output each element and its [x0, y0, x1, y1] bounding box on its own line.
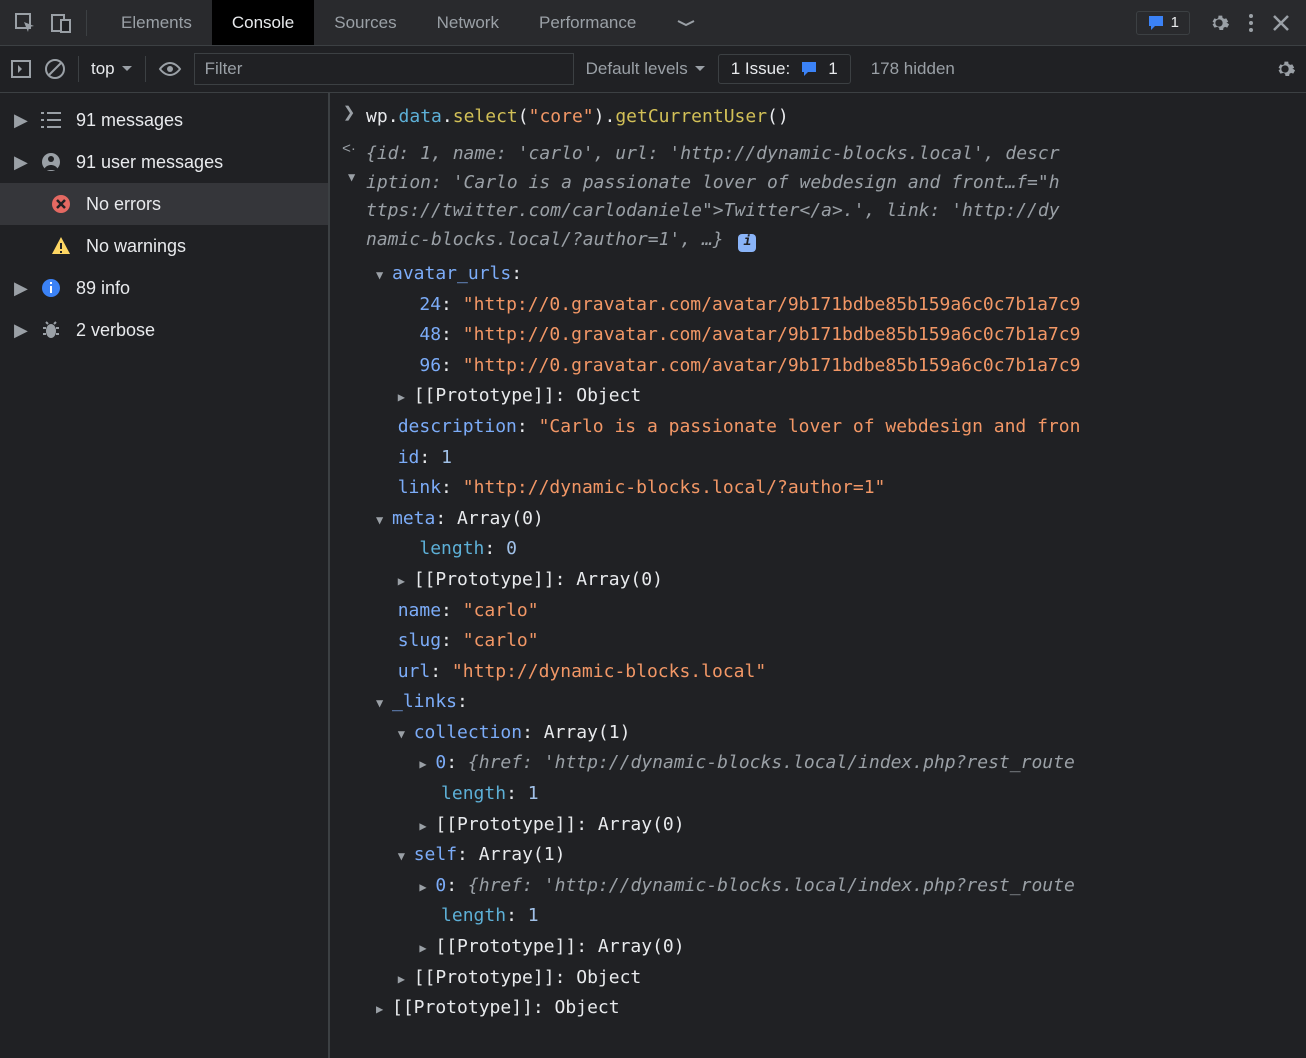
sidebar-item-user-messages[interactable]: ▶ 91 user messages	[0, 141, 328, 183]
settings-icon[interactable]	[1208, 12, 1230, 34]
message-icon	[800, 60, 818, 78]
issues-summary[interactable]: 1 Issue: 1	[718, 54, 851, 84]
warning-icon	[50, 235, 72, 257]
tab-network[interactable]: Network	[417, 0, 519, 45]
sidebar-item-errors[interactable]: No errors	[0, 183, 328, 225]
live-expression-icon[interactable]	[158, 61, 182, 77]
inspect-element-icon[interactable]	[14, 12, 36, 34]
console-output: ❯ wp.data.select("core").getCurrentUser(…	[330, 93, 1306, 1058]
more-icon[interactable]	[1248, 13, 1254, 33]
tab-console[interactable]: Console	[212, 0, 314, 45]
issues-badge[interactable]: 1	[1136, 11, 1190, 35]
output-chevron-icon: <·	[340, 140, 358, 157]
clear-console-icon[interactable]	[44, 58, 66, 80]
devtools-topbar: Elements Console Sources Network Perform…	[0, 0, 1306, 46]
sidebar-item-info[interactable]: ▶ 89 info	[0, 267, 328, 309]
error-icon	[50, 193, 72, 215]
console-toolbar: top Default levels 1 Issue: 1 178 hidden	[0, 46, 1306, 93]
sidebar-toggle-icon[interactable]	[10, 58, 32, 80]
list-icon	[40, 109, 62, 131]
input-chevron-icon: ❯	[340, 103, 358, 121]
bug-icon	[40, 319, 62, 341]
hidden-messages-label[interactable]: 178 hidden	[871, 59, 955, 79]
console-input-code: wp.data.select("core").getCurrentUser()	[366, 103, 789, 132]
sidebar-item-warnings[interactable]: No warnings	[0, 225, 328, 267]
info-icon	[40, 277, 62, 299]
tab-elements[interactable]: Elements	[101, 0, 212, 45]
execution-context-selector[interactable]: top	[91, 59, 133, 79]
message-icon	[1147, 14, 1165, 32]
console-input-echo[interactable]: ❯ wp.data.select("core").getCurrentUser(…	[330, 99, 1306, 136]
console-result-summary[interactable]: <· ▼ {id: 1, name: 'carlo', url: 'http:/…	[330, 136, 1306, 259]
device-toolbar-icon[interactable]	[50, 12, 72, 34]
sidebar-item-verbose[interactable]: ▶ 2 verbose	[0, 309, 328, 351]
close-icon[interactable]	[1272, 14, 1290, 32]
info-pill-icon[interactable]: i	[738, 234, 756, 252]
panel-tabs: Elements Console Sources Network Perform…	[101, 0, 716, 45]
chevron-down-icon	[694, 65, 706, 73]
chevron-down-icon	[121, 65, 133, 73]
sidebar-item-messages[interactable]: ▶ 91 messages	[0, 99, 328, 141]
tab-overflow[interactable]	[656, 0, 716, 45]
tab-sources[interactable]: Sources	[314, 0, 416, 45]
console-settings-icon[interactable]	[1274, 58, 1296, 80]
tab-performance[interactable]: Performance	[519, 0, 656, 45]
object-tree[interactable]: ▼avatar_urls: 24: "http://0.gravatar.com…	[330, 259, 1306, 1024]
log-levels-selector[interactable]: Default levels	[586, 59, 706, 79]
user-icon	[40, 151, 62, 173]
console-sidebar: ▶ 91 messages ▶ 91 user messages No erro…	[0, 93, 330, 1058]
issues-count: 1	[1171, 14, 1179, 31]
filter-input[interactable]	[194, 53, 574, 85]
